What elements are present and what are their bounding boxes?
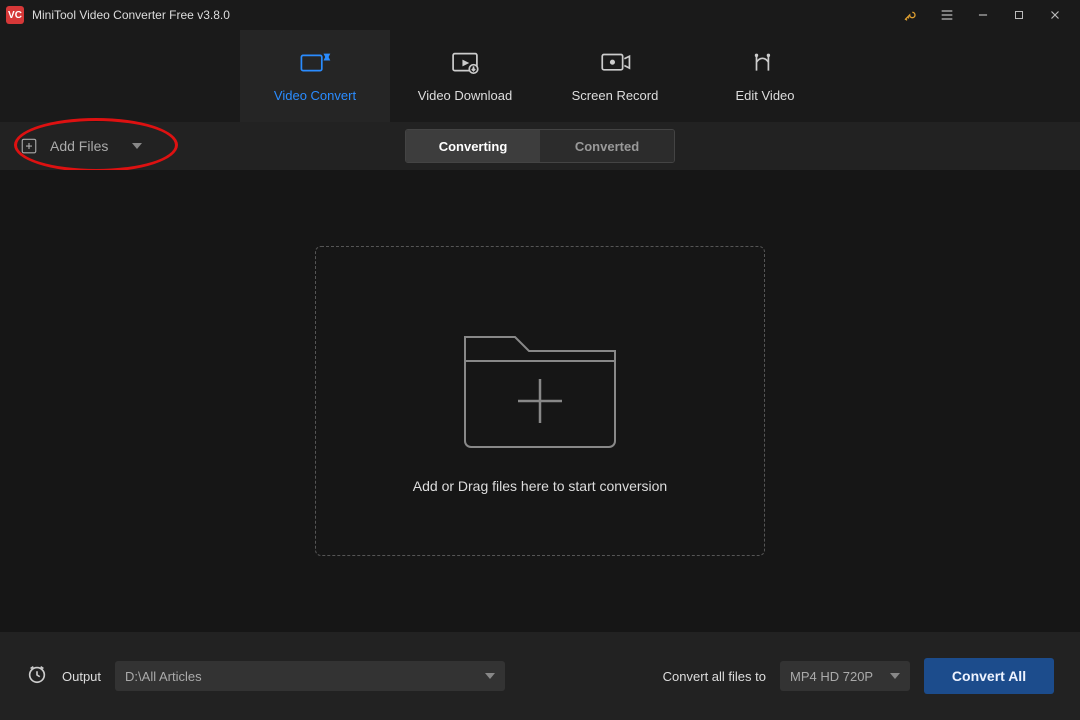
close-button[interactable] — [1046, 6, 1064, 24]
add-files-button[interactable]: Add Files — [20, 137, 142, 155]
tab-edit-video[interactable]: Edit Video — [690, 30, 840, 122]
tab-video-convert[interactable]: Video Convert — [240, 30, 390, 122]
output-format-select[interactable]: MP4 HD 720P — [780, 661, 910, 691]
app-icon: VC — [6, 6, 24, 24]
menu-icon[interactable] — [938, 6, 956, 24]
maximize-button[interactable] — [1010, 6, 1028, 24]
output-path-value: D:\All Articles — [125, 669, 202, 684]
tab-label: Video Convert — [274, 88, 356, 103]
add-files-label: Add Files — [50, 138, 108, 154]
dropzone[interactable]: Add or Drag files here to start conversi… — [315, 246, 765, 556]
main-area: Add or Drag files here to start conversi… — [0, 170, 1080, 632]
convert-all-button[interactable]: Convert All — [924, 658, 1054, 694]
main-tabs: Video Convert Video Download Screen Reco… — [0, 30, 1080, 122]
tab-label: Screen Record — [572, 88, 659, 103]
toolbar: Add Files Converting Converted — [0, 122, 1080, 170]
segment-converting[interactable]: Converting — [406, 130, 540, 162]
folder-plus-icon — [455, 309, 625, 454]
tab-label: Edit Video — [735, 88, 794, 103]
key-icon[interactable] — [902, 6, 920, 24]
segment-converted[interactable]: Converted — [540, 130, 674, 162]
tab-label: Video Download — [418, 88, 512, 103]
output-label: Output — [62, 669, 101, 684]
window-controls — [902, 6, 1074, 24]
tab-screen-record[interactable]: Screen Record — [540, 30, 690, 122]
schedule-icon[interactable] — [26, 663, 48, 690]
convert-segment: Converting Converted — [405, 129, 675, 163]
footer: Output D:\All Articles Convert all files… — [0, 632, 1080, 720]
tab-video-download[interactable]: Video Download — [390, 30, 540, 122]
output-format-value: MP4 HD 720P — [790, 669, 873, 684]
convert-all-label: Convert all files to — [663, 669, 766, 684]
titlebar: VC MiniTool Video Converter Free v3.8.0 — [0, 0, 1080, 30]
app-title: MiniTool Video Converter Free v3.8.0 — [32, 8, 902, 22]
output-path-select[interactable]: D:\All Articles — [115, 661, 505, 691]
dropzone-hint: Add or Drag files here to start conversi… — [413, 478, 667, 494]
minimize-button[interactable] — [974, 6, 992, 24]
chevron-down-icon — [485, 673, 495, 679]
chevron-down-icon — [132, 143, 142, 149]
chevron-down-icon — [890, 673, 900, 679]
